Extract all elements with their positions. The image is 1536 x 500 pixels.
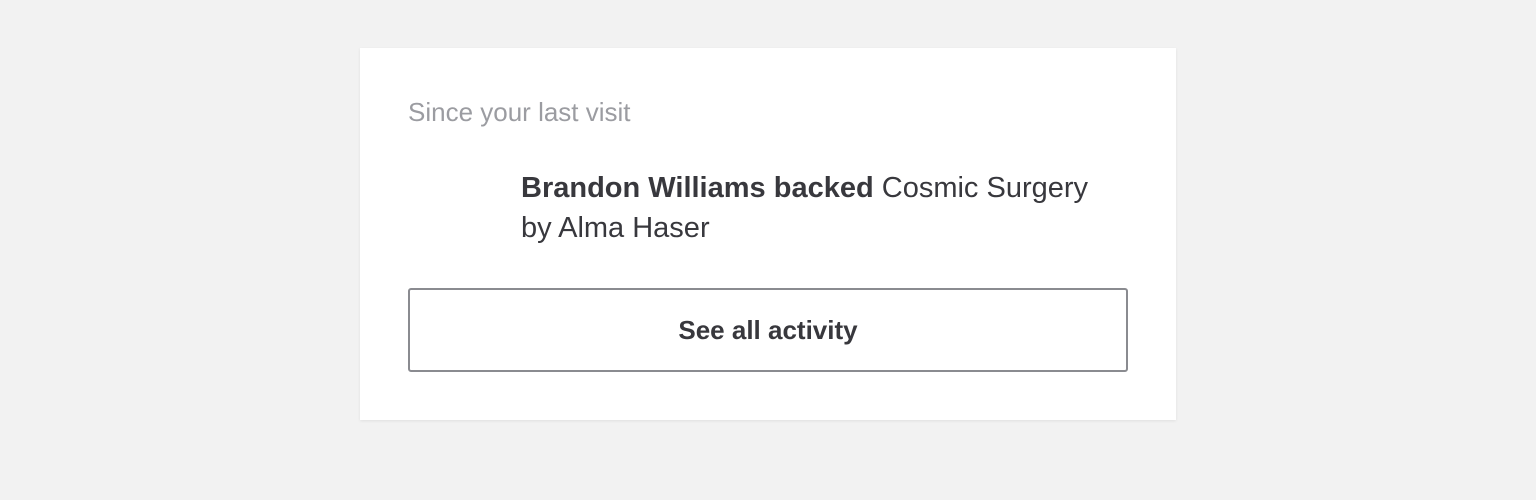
activity-text: Brandon Williams backed Cosmic Surgery b… <box>521 168 1121 248</box>
activity-card: Since your last visit Brandon Williams b… <box>360 48 1176 420</box>
section-heading: Since your last visit <box>408 97 631 127</box>
activity-item[interactable]: Brandon Williams backed Cosmic Surgery b… <box>408 168 1128 248</box>
activity-action: backed <box>773 172 874 204</box>
activity-actor[interactable]: Brandon Williams backed <box>521 172 874 204</box>
project-name[interactable]: Cosmic Surgery <box>882 172 1088 204</box>
creator-name[interactable]: Alma Haser <box>558 212 710 244</box>
by-prefix: by <box>521 212 552 244</box>
see-all-activity-button[interactable]: See all activity <box>408 288 1128 372</box>
actor-name[interactable]: Brandon Williams <box>521 172 766 204</box>
activity-thumbnail[interactable] <box>408 168 504 248</box>
